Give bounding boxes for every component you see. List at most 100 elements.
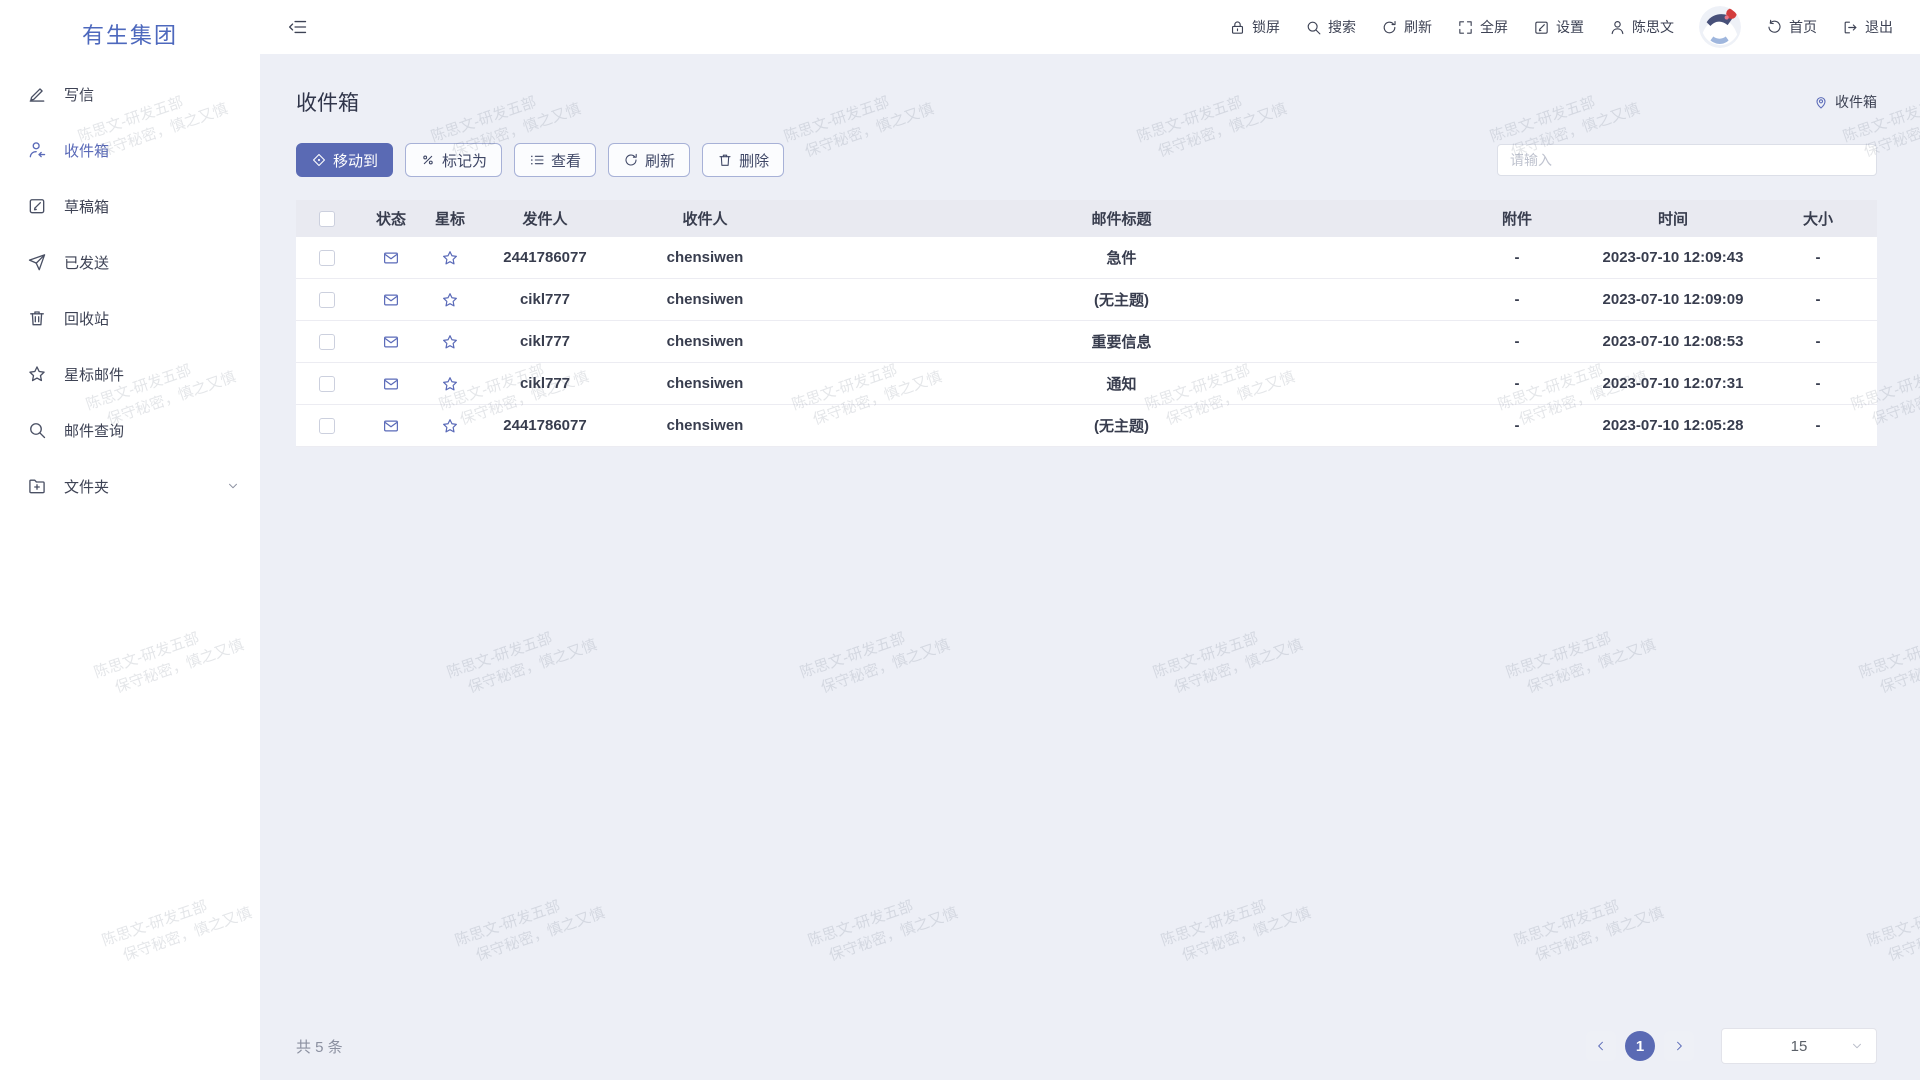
table-row[interactable]: cikl777 chensiwen 重要信息 - 2023-07-10 12:0… xyxy=(296,321,1877,363)
sidebar-item-compose[interactable]: 写信 xyxy=(0,66,260,122)
mark-as-button[interactable]: 标记为 xyxy=(405,143,502,177)
folder-plus-icon xyxy=(27,476,47,496)
send-icon xyxy=(27,252,47,272)
main-content: 收件箱 收件箱 移动到 标记为 查看 刷新 删除 xyxy=(260,54,1920,1080)
chevron-down-icon xyxy=(226,479,240,493)
logout-icon xyxy=(1842,19,1859,36)
row-size: - xyxy=(1759,375,1877,392)
breadcrumb-label: 收件箱 xyxy=(1835,92,1877,112)
toolbar: 移动到 标记为 查看 刷新 删除 xyxy=(296,143,1877,177)
row-status-cell xyxy=(358,291,424,309)
sidebar-item-label: 收件箱 xyxy=(64,140,109,161)
draft-icon xyxy=(27,196,47,216)
star-icon xyxy=(27,364,47,384)
delete-button[interactable]: 删除 xyxy=(702,143,784,177)
current-page[interactable]: 1 xyxy=(1625,1031,1655,1061)
brand-logo: 有生集团 xyxy=(0,18,260,50)
table-row[interactable]: 2441786077 chensiwen 急件 - 2023-07-10 12:… xyxy=(296,237,1877,279)
header-attachment: 附件 xyxy=(1447,208,1587,229)
sidebar-item-inbox[interactable]: 收件箱 xyxy=(0,122,260,178)
search-label: 搜索 xyxy=(1328,17,1356,37)
row-attachment: - xyxy=(1447,375,1587,392)
refresh-list-button[interactable]: 刷新 xyxy=(608,143,690,177)
mail-search-input[interactable] xyxy=(1497,144,1877,176)
header-checkbox-cell xyxy=(296,211,358,227)
page-title: 收件箱 xyxy=(296,87,359,117)
row-checkbox[interactable] xyxy=(319,292,335,308)
select-all-checkbox[interactable] xyxy=(319,211,335,227)
row-status-cell xyxy=(358,417,424,435)
row-time: 2023-07-10 12:07:31 xyxy=(1587,375,1759,392)
lock-screen-button[interactable]: 锁屏 xyxy=(1229,17,1280,37)
settings-label: 设置 xyxy=(1556,17,1584,37)
row-status-cell xyxy=(358,333,424,351)
page-header: 收件箱 收件箱 xyxy=(296,80,1877,124)
page-size-select[interactable]: 15 xyxy=(1721,1028,1877,1064)
star-icon[interactable] xyxy=(441,249,459,267)
envelope-icon xyxy=(382,291,400,309)
pencil-icon xyxy=(27,84,47,104)
user-menu[interactable]: 陈思文 xyxy=(1609,17,1674,37)
row-subject: (无主题) xyxy=(796,289,1447,310)
row-recipient: chensiwen xyxy=(614,417,796,434)
refresh-icon xyxy=(1381,19,1398,36)
move-to-label: 移动到 xyxy=(333,150,378,171)
table-row[interactable]: cikl777 chensiwen (无主题) - 2023-07-10 12:… xyxy=(296,279,1877,321)
row-checkbox[interactable] xyxy=(319,334,335,350)
next-page-button[interactable] xyxy=(1664,1031,1694,1061)
move-to-button[interactable]: 移动到 xyxy=(296,143,393,177)
sidebar-item-folders[interactable]: 文件夹 xyxy=(0,458,260,514)
row-star-cell xyxy=(424,249,476,267)
row-checkbox[interactable] xyxy=(319,418,335,434)
star-icon[interactable] xyxy=(441,333,459,351)
refresh-icon xyxy=(623,152,639,168)
total-count: 共 5 条 xyxy=(296,1036,343,1057)
row-checkbox[interactable] xyxy=(319,250,335,266)
sidebar-item-mail-search[interactable]: 邮件查询 xyxy=(0,402,260,458)
home-label: 首页 xyxy=(1789,17,1817,37)
row-subject: (无主题) xyxy=(796,415,1447,436)
menu-fold-icon[interactable] xyxy=(288,17,308,37)
sidebar-item-drafts[interactable]: 草稿箱 xyxy=(0,178,260,234)
header-subject: 邮件标题 xyxy=(796,208,1447,229)
home-button[interactable]: 首页 xyxy=(1766,17,1817,37)
sidebar-item-label: 草稿箱 xyxy=(64,196,109,217)
sidebar-item-trash[interactable]: 回收站 xyxy=(0,290,260,346)
settings-icon xyxy=(1533,19,1550,36)
table-row[interactable]: cikl777 chensiwen 通知 - 2023-07-10 12:07:… xyxy=(296,363,1877,405)
search-button[interactable]: 搜索 xyxy=(1305,17,1356,37)
star-icon[interactable] xyxy=(441,417,459,435)
sidebar-item-sent[interactable]: 已发送 xyxy=(0,234,260,290)
row-size: - xyxy=(1759,333,1877,350)
breadcrumb[interactable]: 收件箱 xyxy=(1813,92,1877,112)
star-icon[interactable] xyxy=(441,375,459,393)
settings-button[interactable]: 设置 xyxy=(1533,17,1584,37)
refresh-button[interactable]: 刷新 xyxy=(1381,17,1432,37)
row-star-cell xyxy=(424,333,476,351)
logout-label: 退出 xyxy=(1865,17,1893,37)
star-icon[interactable] xyxy=(441,291,459,309)
row-attachment: - xyxy=(1447,333,1587,350)
home-undo-icon xyxy=(1766,19,1783,36)
row-checkbox[interactable] xyxy=(319,376,335,392)
row-recipient: chensiwen xyxy=(614,249,796,266)
avatar[interactable] xyxy=(1699,6,1741,48)
view-button[interactable]: 查看 xyxy=(514,143,596,177)
table-row[interactable]: 2441786077 chensiwen (无主题) - 2023-07-10 … xyxy=(296,405,1877,447)
row-time: 2023-07-10 12:09:09 xyxy=(1587,291,1759,308)
row-star-cell xyxy=(424,417,476,435)
fullscreen-button[interactable]: 全屏 xyxy=(1457,17,1508,37)
row-checkbox-cell xyxy=(296,250,358,266)
row-status-cell xyxy=(358,375,424,393)
row-recipient: chensiwen xyxy=(614,375,796,392)
delete-label: 删除 xyxy=(739,150,769,171)
envelope-icon xyxy=(382,375,400,393)
row-checkbox-cell xyxy=(296,292,358,308)
sidebar-item-label: 写信 xyxy=(64,84,94,105)
refresh-list-label: 刷新 xyxy=(645,150,675,171)
logout-button[interactable]: 退出 xyxy=(1842,17,1893,37)
prev-page-button[interactable] xyxy=(1586,1031,1616,1061)
sidebar-item-starred[interactable]: 星标邮件 xyxy=(0,346,260,402)
lock-icon xyxy=(1229,19,1246,36)
header-sender: 发件人 xyxy=(476,208,614,229)
